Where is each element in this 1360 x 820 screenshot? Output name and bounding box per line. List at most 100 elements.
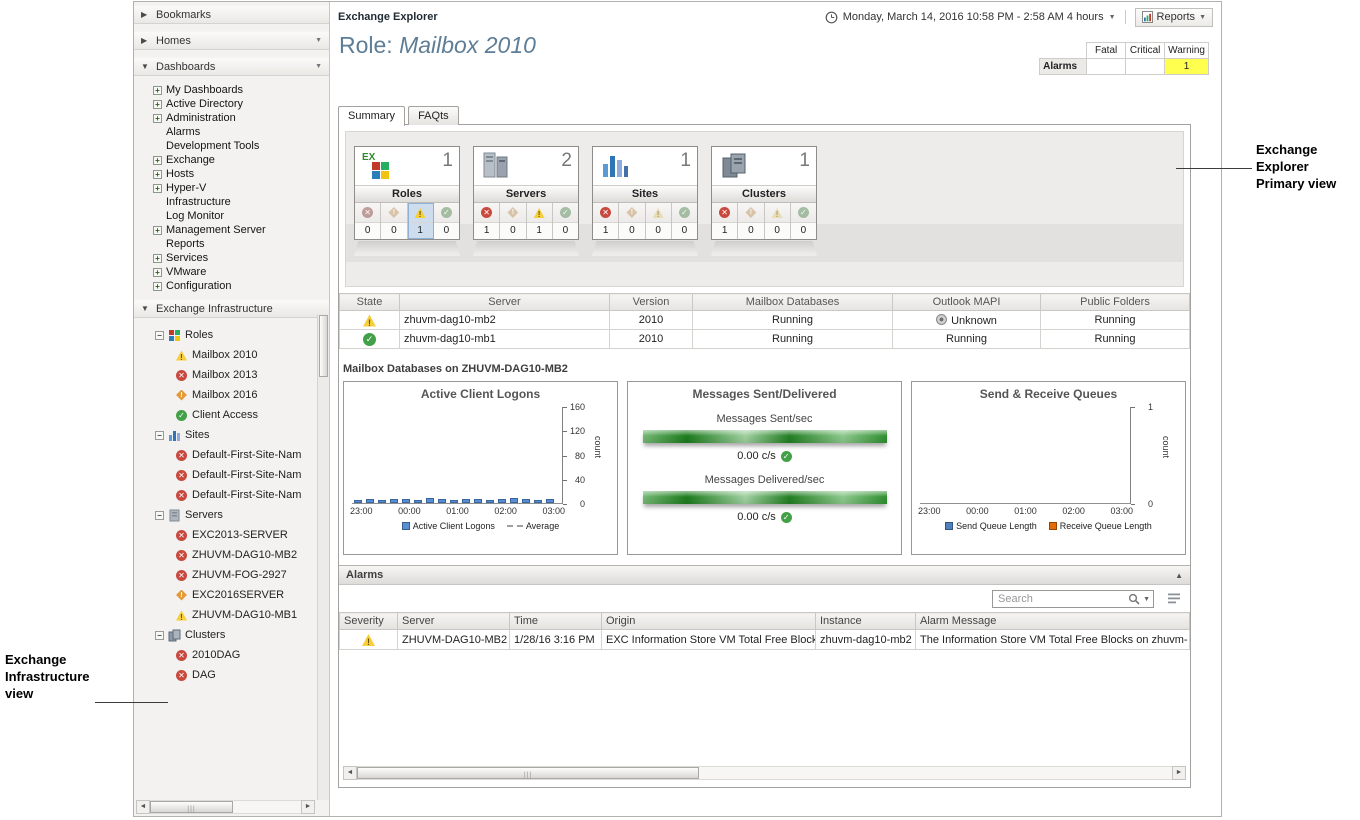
sidebar-item-infrastructure[interactable]: Infrastructure xyxy=(134,195,329,209)
expand-plus-icon[interactable]: + xyxy=(153,170,162,179)
status-cell-warning[interactable]: !1 xyxy=(527,203,553,239)
tree-group-sites[interactable]: −Sites xyxy=(134,425,329,445)
column-header-outlook-mapi[interactable]: Outlook MAPI xyxy=(893,294,1041,311)
search-input[interactable] xyxy=(996,593,1125,605)
status-cell-normal[interactable]: ✓0 xyxy=(553,203,578,239)
tree-item-default-first-site-nam[interactable]: ✕Default-First-Site-Nam xyxy=(134,485,329,505)
alarm-row[interactable]: !ZHUVM-DAG10-MB21/28/16 3:16 PMEXC Infor… xyxy=(340,630,1190,650)
scrollbar-thumb[interactable] xyxy=(319,315,328,377)
column-header-server[interactable]: Server xyxy=(400,294,610,311)
server-table-row[interactable]: !zhuvm-dag10-mb22010RunningUnknownRunnin… xyxy=(340,311,1190,330)
tree-item-default-first-site-nam[interactable]: ✕Default-First-Site-Nam xyxy=(134,445,329,465)
collapse-minus-icon[interactable]: − xyxy=(155,511,164,520)
tree-group-servers[interactable]: −Servers xyxy=(134,505,329,525)
sidebar-item-active-directory[interactable]: +Active Directory xyxy=(134,97,329,111)
sidebar-item-configuration[interactable]: +Configuration xyxy=(134,279,329,293)
tree-item-exc2016server[interactable]: !EXC2016SERVER xyxy=(134,585,329,605)
tree-item-mailbox-2016[interactable]: !Mailbox 2016 xyxy=(134,385,329,405)
expand-plus-icon[interactable]: + xyxy=(153,100,162,109)
tree-item-mailbox-2013[interactable]: ✕Mailbox 2013 xyxy=(134,365,329,385)
scroll-left-arrow-icon[interactable]: ◄ xyxy=(343,766,357,780)
tree-item-zhuvm-dag10-mb1[interactable]: !ZHUVM-DAG10-MB1 xyxy=(134,605,329,625)
status-cell-critical[interactable]: !0 xyxy=(500,203,526,239)
collapse-minus-icon[interactable]: − xyxy=(155,331,164,340)
column-header-severity[interactable]: Severity xyxy=(340,613,398,630)
tree-item-default-first-site-nam[interactable]: ✕Default-First-Site-Nam xyxy=(134,465,329,485)
status-cell-warning[interactable]: !0 xyxy=(765,203,791,239)
sidebar-section-exchange-infrastructure[interactable]: ▼ Exchange Infrastructure xyxy=(134,299,329,318)
tile-clusters[interactable]: 1Clusters✕1!0!0✓0 xyxy=(711,146,817,256)
tile-roles[interactable]: EX1Roles✕0!0!1✓0 xyxy=(354,146,460,256)
search-dropdown-icon[interactable]: ▼ xyxy=(1143,596,1150,603)
sidebar-item-hosts[interactable]: +Hosts xyxy=(134,167,329,181)
timerange-dropdown-icon[interactable]: ▼ xyxy=(1109,14,1116,21)
status-cell-critical[interactable]: !0 xyxy=(381,203,407,239)
tree-group-clusters[interactable]: −Clusters xyxy=(134,625,329,645)
sidebar-item-administration[interactable]: +Administration xyxy=(134,111,329,125)
tab-summary[interactable]: Summary xyxy=(338,106,405,126)
column-header-version[interactable]: Version xyxy=(610,294,693,311)
tree-group-roles[interactable]: −Roles xyxy=(134,325,329,345)
sidebar-item-exchange[interactable]: +Exchange xyxy=(134,153,329,167)
status-cell-normal[interactable]: ✓0 xyxy=(791,203,816,239)
status-cell-fatal[interactable]: ✕1 xyxy=(593,203,619,239)
expand-plus-icon[interactable]: + xyxy=(153,156,162,165)
sidebar-vertical-scrollbar[interactable] xyxy=(317,314,329,800)
tree-item-zhuvm-dag10-mb2[interactable]: ✕ZHUVM-DAG10-MB2 xyxy=(134,545,329,565)
section-filter-dropdown-icon[interactable]: ▼ xyxy=(315,37,322,44)
alarms-horizontal-scrollbar[interactable]: ◄ ||| ► xyxy=(343,766,1186,780)
status-cell-fatal[interactable]: ✕0 xyxy=(355,203,381,239)
scrollbar-thumb[interactable]: ||| xyxy=(357,767,699,779)
scroll-right-arrow-icon[interactable]: ► xyxy=(301,800,315,814)
sidebar-item-development-tools[interactable]: Development Tools xyxy=(134,139,329,153)
tile-sites[interactable]: 1Sites✕1!0!0✓0 xyxy=(592,146,698,256)
sidebar-item-vmware[interactable]: +VMware xyxy=(134,265,329,279)
collapse-minus-icon[interactable]: − xyxy=(155,431,164,440)
section-filter-dropdown-icon[interactable]: ▼ xyxy=(315,63,322,70)
tree-item-dag[interactable]: ✕DAG xyxy=(134,665,329,685)
sidebar-item-hyper-v[interactable]: +Hyper-V xyxy=(134,181,329,195)
tile-servers[interactable]: 2Servers✕1!0!1✓0 xyxy=(473,146,579,256)
status-cell-critical[interactable]: !0 xyxy=(738,203,764,239)
column-header-state[interactable]: State xyxy=(340,294,400,311)
expand-plus-icon[interactable]: + xyxy=(153,282,162,291)
expand-plus-icon[interactable]: + xyxy=(153,86,162,95)
timerange-text[interactable]: Monday, March 14, 2016 10:58 PM - 2:58 A… xyxy=(843,11,1104,23)
expand-plus-icon[interactable]: + xyxy=(153,254,162,263)
column-header-instance[interactable]: Instance xyxy=(816,613,916,630)
sidebar-item-my-dashboards[interactable]: +My Dashboards xyxy=(134,83,329,97)
status-cell-normal[interactable]: ✓0 xyxy=(672,203,697,239)
search-icon[interactable] xyxy=(1128,593,1140,605)
tree-item-client-access[interactable]: ✓Client Access xyxy=(134,405,329,425)
column-header-alarm-message[interactable]: Alarm Message xyxy=(916,613,1190,630)
sidebar-section-homes[interactable]: ▶ Homes ▼ xyxy=(134,31,329,50)
scroll-left-arrow-icon[interactable]: ◄ xyxy=(136,800,150,814)
reports-button[interactable]: Reports ▼ xyxy=(1135,8,1213,27)
status-cell-normal[interactable]: ✓0 xyxy=(434,203,459,239)
status-cell-critical[interactable]: !0 xyxy=(619,203,645,239)
expand-plus-icon[interactable]: + xyxy=(153,184,162,193)
collapse-panel-icon[interactable]: ▲ xyxy=(1175,571,1183,580)
expand-plus-icon[interactable]: + xyxy=(153,226,162,235)
status-cell-fatal[interactable]: ✕1 xyxy=(712,203,738,239)
scrollbar-track[interactable]: ||| xyxy=(150,800,301,814)
tree-item-mailbox-2010[interactable]: !Mailbox 2010 xyxy=(134,345,329,365)
search-box[interactable]: ▼ xyxy=(992,590,1154,608)
sidebar-item-reports[interactable]: Reports xyxy=(134,237,329,251)
column-header-mailbox-databases[interactable]: Mailbox Databases xyxy=(693,294,893,311)
alarms-panel-header[interactable]: Alarms ▲ xyxy=(339,566,1190,585)
sidebar-section-dashboards[interactable]: ▼ Dashboards ▼ xyxy=(134,57,329,76)
expand-plus-icon[interactable]: + xyxy=(153,114,162,123)
warning-count[interactable]: 1 xyxy=(1165,59,1209,75)
expand-plus-icon[interactable]: + xyxy=(153,268,162,277)
scroll-right-arrow-icon[interactable]: ► xyxy=(1172,766,1186,780)
tree-item-exc2013-server[interactable]: ✕EXC2013-SERVER xyxy=(134,525,329,545)
table-customizer-icon[interactable] xyxy=(1168,593,1180,604)
tab-faqts[interactable]: FAQts xyxy=(408,106,459,125)
tree-item-2010dag[interactable]: ✕2010DAG xyxy=(134,645,329,665)
sidebar-item-services[interactable]: +Services xyxy=(134,251,329,265)
column-header-server[interactable]: Server xyxy=(398,613,510,630)
column-header-public-folders[interactable]: Public Folders xyxy=(1041,294,1190,311)
status-cell-warning[interactable]: !1 xyxy=(408,203,434,239)
sidebar-item-alarms[interactable]: Alarms xyxy=(134,125,329,139)
